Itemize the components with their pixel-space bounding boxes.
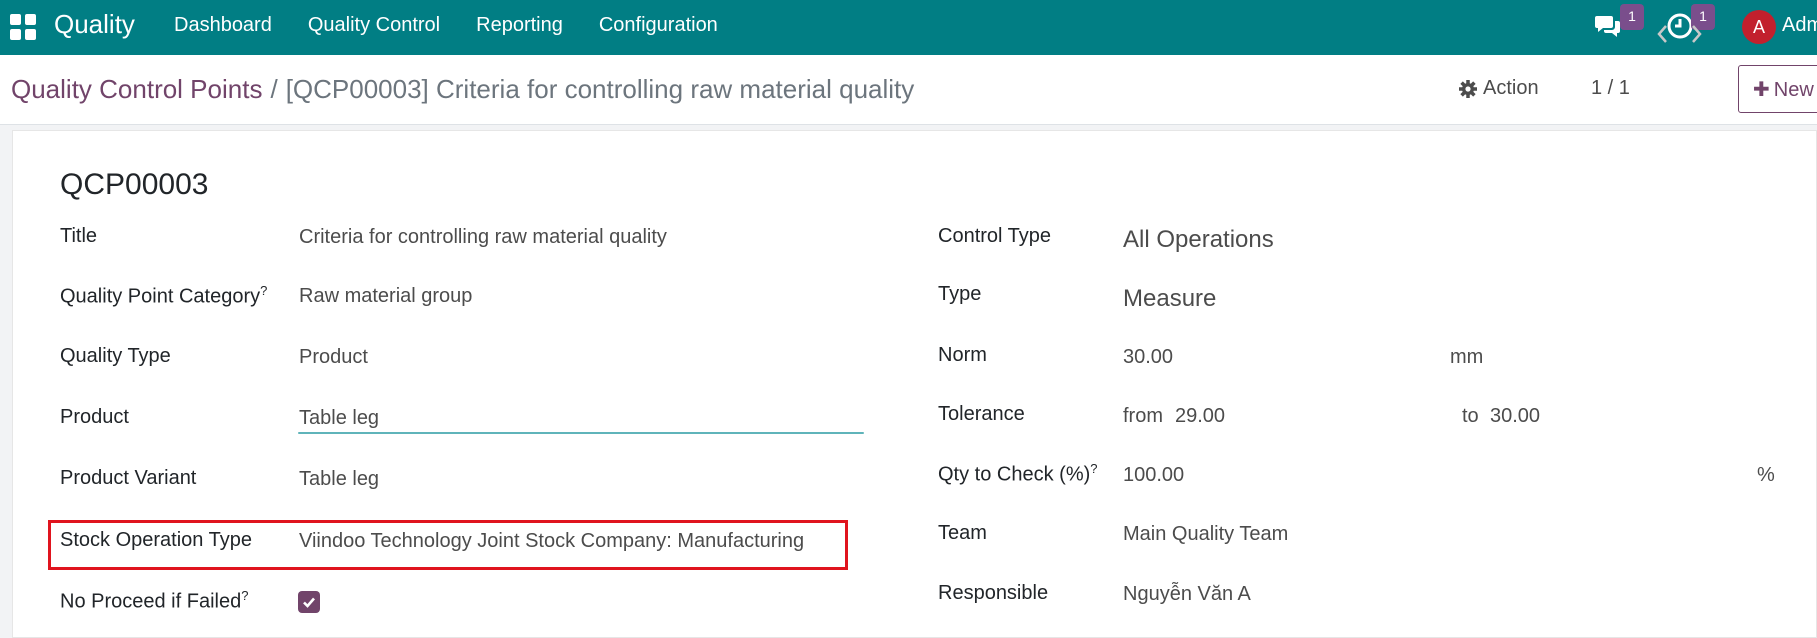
action-label: Action bbox=[1483, 77, 1539, 99]
title-label: Title bbox=[60, 225, 98, 247]
tolerance-to-field[interactable]: 30.00 bbox=[1490, 405, 1540, 428]
highlight-box bbox=[48, 520, 848, 570]
help-mark: ? bbox=[1090, 461, 1098, 476]
tolerance-from-label: from bbox=[1123, 405, 1163, 427]
norm-field[interactable]: 30.00 bbox=[1123, 346, 1173, 369]
breadcrumb: Quality Control Points / [QCP00003] Criter… bbox=[11, 74, 914, 105]
menu-configuration[interactable]: Configuration bbox=[599, 14, 718, 37]
check-icon bbox=[303, 597, 315, 608]
breadcrumb-current: [QCP00003] Criteria for controlling raw … bbox=[285, 74, 915, 104]
main-menu: Dashboard Quality Control Reporting Conf… bbox=[174, 14, 754, 37]
user-name[interactable]: Adm bbox=[1782, 14, 1817, 37]
action-button[interactable]: Action bbox=[1458, 77, 1539, 100]
quality-type-field[interactable]: Product bbox=[299, 346, 368, 369]
menu-quality-control[interactable]: Quality Control bbox=[308, 14, 440, 37]
qty-to-check-field[interactable]: 100.00 bbox=[1123, 464, 1184, 487]
qty-to-check-unit: % bbox=[1757, 464, 1775, 486]
apps-grid-icon[interactable] bbox=[10, 14, 36, 40]
type-label: Type bbox=[938, 283, 982, 305]
plus-icon: ✚ bbox=[1753, 79, 1770, 101]
product-field[interactable]: Table leg bbox=[299, 407, 379, 430]
new-label: New bbox=[1773, 79, 1814, 101]
title-field[interactable]: Criteria for controlling raw material qu… bbox=[299, 226, 667, 249]
pager-next-icon[interactable] bbox=[1687, 22, 1705, 46]
control-type-field[interactable]: All Operations bbox=[1123, 226, 1274, 254]
gear-icon bbox=[1459, 79, 1477, 98]
product-field-underline bbox=[298, 432, 864, 434]
tolerance-from-field[interactable]: 29.00 bbox=[1175, 405, 1225, 428]
responsible-field[interactable]: Nguyễn Văn A bbox=[1123, 583, 1251, 606]
responsible-label: Responsible bbox=[938, 582, 1049, 604]
tolerance-label: Tolerance bbox=[938, 403, 1025, 425]
product-label: Product bbox=[60, 406, 129, 428]
type-field[interactable]: Measure bbox=[1123, 285, 1216, 313]
quality-point-category-field[interactable]: Raw material group bbox=[299, 285, 472, 308]
menu-dashboard[interactable]: Dashboard bbox=[174, 14, 272, 37]
top-navbar: Quality Dashboard Quality Control Report… bbox=[0, 0, 1817, 55]
control-panel: Quality Control Points / [QCP00003] Criter… bbox=[0, 55, 1817, 125]
control-type-label: Control Type bbox=[938, 225, 1052, 247]
team-field[interactable]: Main Quality Team bbox=[1123, 523, 1288, 546]
breadcrumb-separator: / bbox=[270, 74, 278, 104]
no-proceed-if-failed-checkbox[interactable] bbox=[298, 591, 320, 613]
messages-icon[interactable] bbox=[1594, 13, 1622, 39]
messages-badge: 1 bbox=[1620, 4, 1644, 30]
no-proceed-if-failed-label: No Proceed if Failed? bbox=[60, 588, 249, 613]
product-variant-field[interactable]: Table leg bbox=[299, 468, 379, 491]
norm-unit[interactable]: mm bbox=[1450, 346, 1483, 369]
pager-previous-icon[interactable] bbox=[1654, 22, 1672, 46]
app-brand[interactable]: Quality bbox=[54, 9, 135, 40]
norm-label: Norm bbox=[938, 344, 987, 366]
help-mark: ? bbox=[241, 588, 249, 603]
quality-point-category-label: Quality Point Category? bbox=[60, 283, 268, 308]
qty-to-check-label: Qty to Check (%)? bbox=[938, 461, 1098, 486]
record-name: QCP00003 bbox=[60, 168, 209, 201]
user-avatar[interactable]: A bbox=[1742, 10, 1776, 44]
pager-value[interactable]: 1 / 1 bbox=[1591, 77, 1630, 100]
team-label: Team bbox=[938, 522, 987, 544]
new-button[interactable]: ✚ New bbox=[1738, 65, 1817, 113]
breadcrumb-parent-link[interactable]: Quality Control Points bbox=[11, 74, 262, 104]
help-mark: ? bbox=[260, 283, 268, 298]
quality-type-label: Quality Type bbox=[60, 345, 171, 367]
menu-reporting[interactable]: Reporting bbox=[476, 14, 563, 37]
product-variant-label: Product Variant bbox=[60, 467, 197, 489]
tolerance-to-label: to bbox=[1462, 405, 1479, 427]
